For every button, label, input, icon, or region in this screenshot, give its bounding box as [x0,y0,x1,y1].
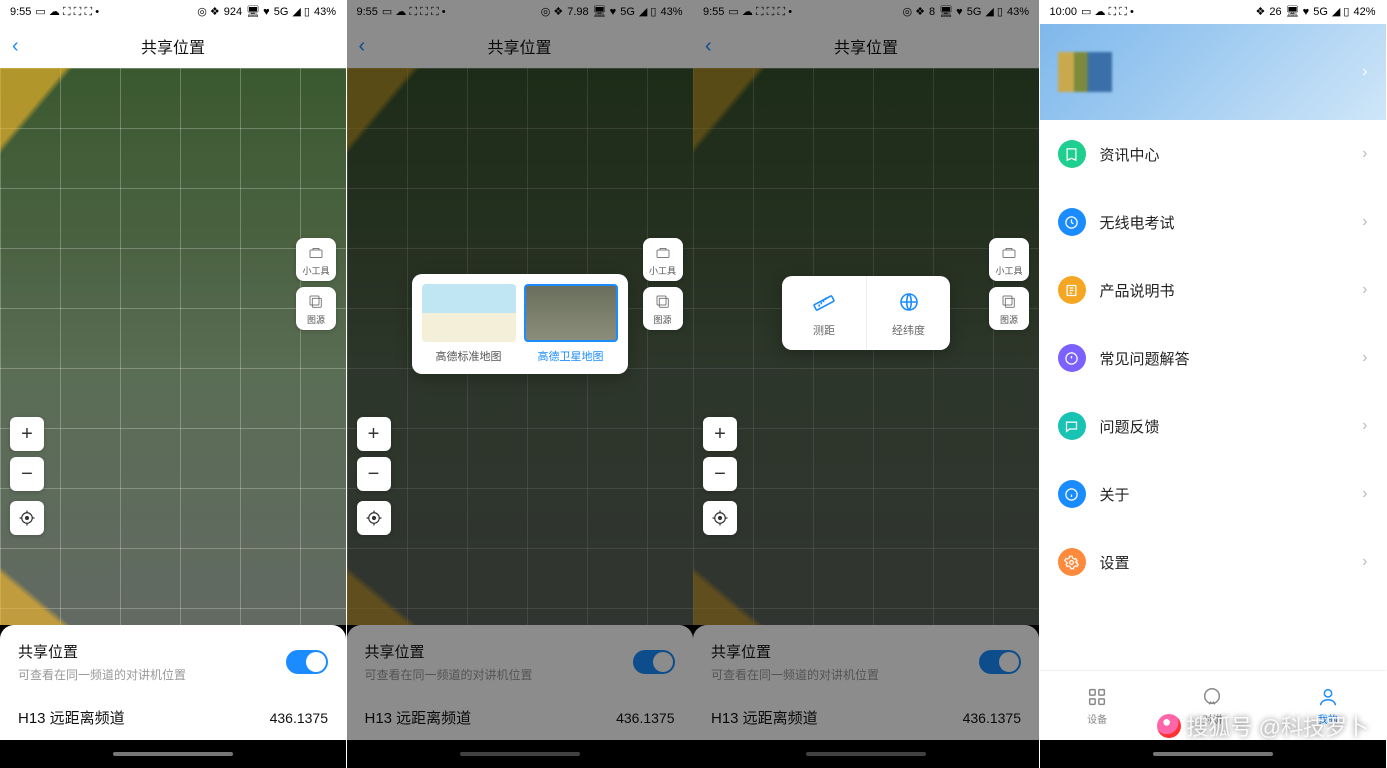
bottom-sheet: 共享位置 可查看在同一频道的对讲机位置 H13 远距离频道 436.1375 [693,625,1039,740]
chevron-right-icon: › [1362,553,1367,571]
chevron-right-icon: › [1362,281,1367,299]
tool-measure-option[interactable]: 测距 [782,276,866,350]
zoom-out-button[interactable]: − [10,457,44,491]
profile-menu: 资讯中心›无线电考试›产品说明书›常见问题解答›问题反馈›关于›设置› [1040,120,1386,670]
menu-icon [1058,344,1086,372]
map-tools-button[interactable]: 小工具 [989,238,1029,281]
chevron-right-icon: › [1362,417,1367,435]
layer-satellite-option[interactable]: 高德卫星地图 [524,284,618,364]
map-layers-button[interactable]: 图源 [643,287,683,330]
chevron-right-icon: › [1362,213,1367,231]
phone-screen-2: 9:55 ▭ ☁ ⛶ ⛶ ⛶ • ◎ ❖ 7.98 🖥 ♥ 5G ◢ ▯ 43%… [347,0,693,768]
menu-item-4[interactable]: 问题反馈› [1040,392,1386,460]
menu-icon [1058,140,1086,168]
zoom-out-button[interactable]: − [703,457,737,491]
map-view[interactable]: 小工具 图源 + − [0,68,346,625]
title-bar: ‹ 共享位置 [693,24,1039,68]
status-time: 9:55 [10,6,31,18]
tab-talk[interactable]: 对讲 [1155,671,1270,740]
tab-bar: 设备 对讲 我的 [1040,670,1386,740]
phone-screen-1: 9:55 ▭ ☁ ⛶ ⛶ ⛶ • ◎ ❖ 924 🖥 ♥ 5G ◢ ▯ 43% … [0,0,346,768]
share-toggle[interactable] [286,650,328,674]
chevron-right-icon: › [1362,485,1367,503]
menu-item-0[interactable]: 资讯中心› [1040,120,1386,188]
share-toggle[interactable] [979,650,1021,674]
map-layers-button[interactable]: 图源 [989,287,1029,330]
menu-item-2[interactable]: 产品说明书› [1040,256,1386,324]
map-tools-button[interactable]: 小工具 [643,238,683,281]
nav-handle[interactable] [0,740,346,768]
layer-standard-thumb [422,284,516,342]
tool-latlng-option[interactable]: 经纬度 [866,276,950,350]
zoom-out-button[interactable]: − [357,457,391,491]
menu-label: 资讯中心 [1100,144,1363,165]
profile-header[interactable]: › [1040,24,1386,120]
menu-item-3[interactable]: 常见问题解答› [1040,324,1386,392]
menu-icon [1058,412,1086,440]
menu-icon [1058,480,1086,508]
menu-label: 关于 [1100,484,1363,505]
channel-name: H13 远距离频道 [18,707,125,728]
locate-me-button[interactable] [357,501,391,535]
nav-handle[interactable] [693,740,1039,768]
back-button[interactable]: ‹ [359,35,366,58]
map-layer-popup: 高德标准地图 高德卫星地图 [412,274,628,374]
phone-screen-3: 9:55 ▭ ☁ ⛶ ⛶ ⛶ • ◎ ❖ 8 🖥 ♥ 5G ◢ ▯ 43% ‹ … [693,0,1039,768]
menu-label: 常见问题解答 [1100,348,1363,369]
bottom-sheet: 共享位置 可查看在同一频道的对讲机位置 H13 远距离频道 436.1375 [0,625,346,740]
share-toggle[interactable] [633,650,675,674]
locate-me-button[interactable] [10,501,44,535]
tab-device[interactable]: 设备 [1040,671,1155,740]
menu-label: 产品说明书 [1100,280,1363,301]
status-bar: 10:00 ▭ ☁ ⛶ ⛶ • ❖ 26 🖥 ♥ 5G ◢ ▯ 42% [1040,0,1386,24]
status-bar: 9:55 ▭ ☁ ⛶ ⛶ ⛶ • ◎ ❖ 924 🖥 ♥ 5G ◢ ▯ 43% [0,0,346,24]
status-bar: 9:55 ▭ ☁ ⛶ ⛶ ⛶ • ◎ ❖ 7.98 🖥 ♥ 5G ◢ ▯ 43% [347,0,693,24]
menu-icon [1058,276,1086,304]
channel-frequency: 436.1375 [270,710,328,726]
map-satellite-bg [0,68,346,625]
chevron-right-icon: › [1362,349,1367,367]
chevron-right-icon: › [1362,145,1367,163]
menu-label: 无线电考试 [1100,212,1363,233]
map-layers-button[interactable]: 图源 [296,287,336,330]
map-tools-button[interactable]: 小工具 [296,238,336,281]
menu-item-5[interactable]: 关于› [1040,460,1386,528]
menu-icon [1058,548,1086,576]
chevron-right-icon: › [1362,63,1367,81]
zoom-in-button[interactable]: + [357,417,391,451]
menu-item-6[interactable]: 设置› [1040,528,1386,596]
back-button[interactable]: ‹ [705,35,712,58]
layer-satellite-thumb [524,284,618,342]
page-title: 共享位置 [141,34,205,58]
title-bar: ‹ 共享位置 [0,24,346,68]
status-battery: 43% [314,6,336,18]
zoom-in-button[interactable]: + [703,417,737,451]
title-bar: ‹ 共享位置 [347,24,693,68]
menu-icon [1058,208,1086,236]
zoom-in-button[interactable]: + [10,417,44,451]
back-button[interactable]: ‹ [12,35,19,58]
map-view[interactable]: 小工具 图源 高德标准地图 高德卫星地图 + − [347,68,693,625]
tab-mine[interactable]: 我的 [1270,671,1385,740]
menu-label: 问题反馈 [1100,416,1363,437]
nav-handle[interactable] [347,740,693,768]
menu-item-1[interactable]: 无线电考试› [1040,188,1386,256]
avatar-blurred [1058,52,1112,92]
map-view[interactable]: 小工具 图源 测距 经纬度 + − [693,68,1039,625]
nav-handle[interactable] [1040,740,1386,768]
locate-me-button[interactable] [703,501,737,535]
status-bar: 9:55 ▭ ☁ ⛶ ⛶ ⛶ • ◎ ❖ 8 🖥 ♥ 5G ◢ ▯ 43% [693,0,1039,24]
share-title: 共享位置 [18,641,186,662]
phone-screen-4: 10:00 ▭ ☁ ⛶ ⛶ • ❖ 26 🖥 ♥ 5G ◢ ▯ 42% › 资讯… [1040,0,1386,768]
map-tools-popup: 测距 经纬度 [782,276,950,350]
bottom-sheet: 共享位置 可查看在同一频道的对讲机位置 H13 远距离频道 436.1375 [347,625,693,740]
share-subtitle: 可查看在同一频道的对讲机位置 [18,666,186,683]
layer-standard-option[interactable]: 高德标准地图 [422,284,516,364]
menu-label: 设置 [1100,552,1363,573]
